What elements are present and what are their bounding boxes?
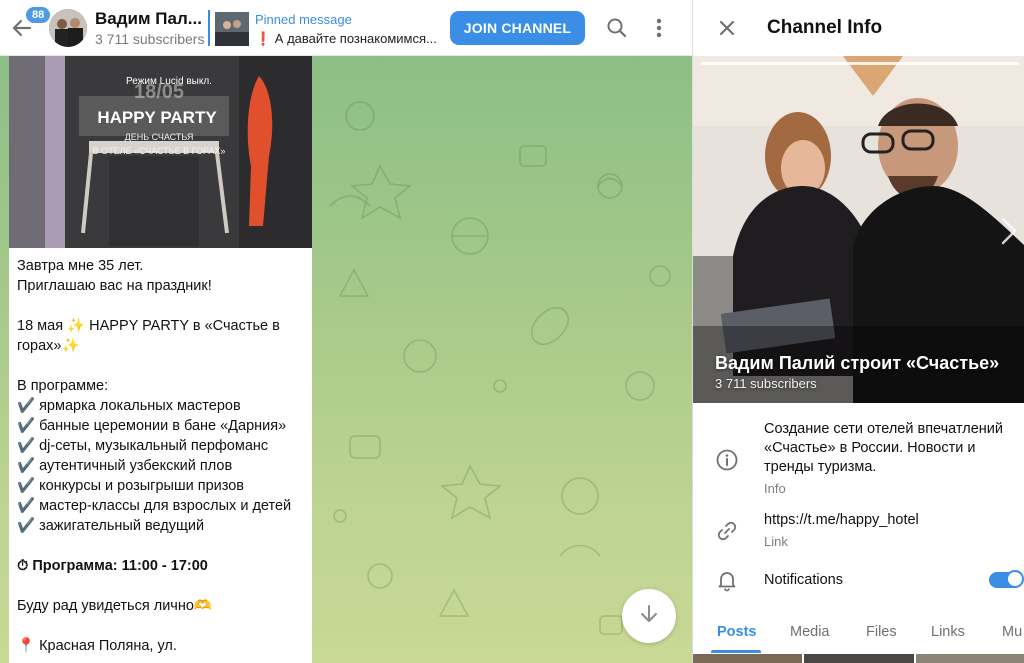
scroll-down-button[interactable] xyxy=(622,589,676,643)
post-line: ✔️ зажигательный ведущий xyxy=(17,518,205,534)
notifications-label: Notifications xyxy=(764,572,843,588)
post-line: Буду рад увидеться лично🫶 xyxy=(17,598,212,614)
post-line: ⏱ Программа: 11:00 - 17:00 xyxy=(17,558,208,574)
channel-name: Вадим Палий строит «Счастье» xyxy=(715,353,1000,373)
tab-links[interactable]: Links xyxy=(931,624,965,640)
post-thumbnails xyxy=(693,654,1024,663)
join-channel-button[interactable]: JOIN CHANNEL xyxy=(450,11,585,45)
tab-files[interactable]: Files xyxy=(866,624,897,640)
image-date: 18/05 xyxy=(134,81,184,103)
channel-avatar[interactable] xyxy=(49,9,87,47)
post-line: ✔️ dj-сеты, музыкальный перфоманс xyxy=(17,438,269,454)
close-icon[interactable] xyxy=(713,14,741,42)
post-line: ✔️ конкурсы и розыгрыши призов xyxy=(17,478,244,494)
chat-header: 88 Вадим Пал... 3 711 subscribers Pinned… xyxy=(0,0,692,56)
active-tab-indicator xyxy=(711,650,761,653)
notifications-toggle[interactable] xyxy=(989,570,1024,588)
post-line-blank xyxy=(17,296,307,316)
post-line: ✔️ аутентичный узбекский плов xyxy=(17,458,233,474)
thumbnail[interactable] xyxy=(693,654,803,663)
channel-info-panel: Channel Info Вадим Палий строит «Счастье… xyxy=(692,0,1024,663)
panel-title: Channel Info xyxy=(767,17,883,38)
image-headline: HAPPY PARTY xyxy=(97,108,217,127)
post-line-blank xyxy=(17,616,307,636)
post-line: Завтра мне 35 лет. xyxy=(17,258,144,274)
search-icon[interactable] xyxy=(603,14,631,42)
subscriber-count: 3 711 subscribers xyxy=(95,31,205,47)
channel-link[interactable]: https://t.me/happy_hotel xyxy=(764,512,919,528)
post-line-blank xyxy=(17,536,307,556)
channel-photo[interactable]: Вадим Палий строит «Счастье» 3 711 subsc… xyxy=(693,56,1024,403)
panel-subscriber-count: 3 711 subscribers xyxy=(715,376,817,391)
thumbnail[interactable] xyxy=(915,654,1024,663)
pinned-message-text[interactable]: ❗ А давайте познакомимся... xyxy=(255,31,445,47)
post-line: ✔️ мастер-классы для взрослых и детей xyxy=(17,498,292,514)
unread-badge: 88 xyxy=(24,5,53,25)
image-line1: ДЕНЬ СЧАСТЬЯ xyxy=(125,132,194,142)
post-line: В программе: xyxy=(17,378,109,394)
post-line: ✔️ ярмарка локальных мастеров xyxy=(17,398,241,414)
tab-posts[interactable]: Posts xyxy=(717,624,757,640)
photo-progress-bar xyxy=(701,62,1019,65)
more-vertical-icon[interactable] xyxy=(645,14,673,42)
post-line: ✔️ банные церемонии в бане «Дарния» xyxy=(17,418,287,434)
tab-music[interactable]: Mu xyxy=(1002,624,1022,640)
post-line: 📍 Красная Поляна, ул. xyxy=(17,638,177,654)
post-image[interactable]: Режим Lucid выкл. 18/05 HAPPY PARTY ДЕНЬ… xyxy=(9,56,312,248)
post-line-blank xyxy=(17,576,307,596)
post-line-blank xyxy=(17,356,307,376)
channel-post[interactable]: Режим Lucid выкл. 18/05 HAPPY PARTY ДЕНЬ… xyxy=(9,56,312,663)
pinned-indicator xyxy=(208,10,210,46)
panel-header: Channel Info xyxy=(693,0,1024,56)
chevron-right-icon[interactable] xyxy=(997,214,1019,248)
info-label: Info xyxy=(764,481,786,496)
channel-description[interactable]: Создание сети отелей впечатлений «Счасть… xyxy=(764,420,1019,477)
bell-icon xyxy=(715,568,739,592)
chat-area[interactable]: Режим Lucid выкл. 18/05 HAPPY PARTY ДЕНЬ… xyxy=(0,56,692,663)
pinned-message-label[interactable]: Pinned message xyxy=(255,12,352,27)
post-line: Приглашаю вас на праздник! xyxy=(17,278,212,294)
media-tabs: Posts Media Files Links Mu xyxy=(693,612,1024,654)
thumbnail[interactable] xyxy=(804,654,914,663)
tab-media[interactable]: Media xyxy=(790,624,830,640)
image-line2: В ОТЕЛЕ «СЧАСТЬЕ В ГОРАХ» xyxy=(93,146,226,156)
link-label: Link xyxy=(764,534,788,549)
link-icon xyxy=(715,519,739,543)
info-icon xyxy=(715,448,739,472)
post-line: 18 мая ✨ HAPPY PARTY в «Счастье в горах»… xyxy=(17,318,280,354)
channel-title[interactable]: Вадим Пал... xyxy=(95,9,202,29)
pinned-thumbnail[interactable] xyxy=(215,12,249,46)
arrow-down-icon xyxy=(638,603,660,630)
post-text: Завтра мне 35 лет. Приглашаю вас на праз… xyxy=(17,256,307,656)
